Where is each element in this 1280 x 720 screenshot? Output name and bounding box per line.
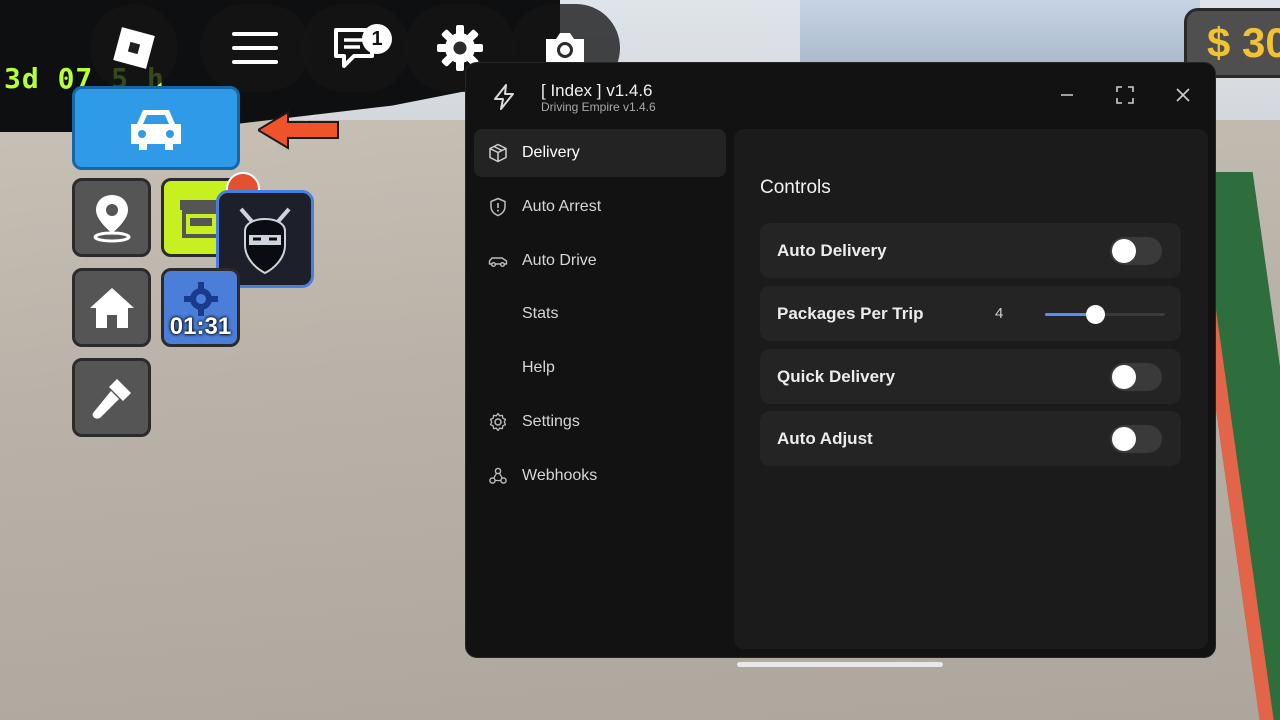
sidebar-item-label: Delivery: [522, 144, 580, 161]
auto-delivery-toggle[interactable]: [1110, 237, 1162, 265]
sidebar-item-label: Stats: [522, 305, 559, 323]
sidebar-item-auto-drive[interactable]: Auto Drive: [474, 237, 726, 285]
sidebar-item-stats[interactable]: Stats: [474, 290, 726, 338]
event-timer: 01:31: [169, 312, 232, 340]
close-icon: [1176, 88, 1190, 102]
sidebar-item-delivery[interactable]: Delivery: [474, 129, 726, 177]
window-titlebar[interactable]: [ Index ] v1.4.6 Driving Empire v1.4.6: [466, 63, 1215, 127]
gear-icon: [488, 412, 508, 432]
auto-delivery-label: Auto Delivery: [777, 241, 887, 260]
menu-button[interactable]: [200, 4, 310, 92]
packages-per-trip-slider[interactable]: [1045, 305, 1165, 324]
webhook-icon: [488, 466, 508, 486]
gear-badge-icon: [183, 281, 218, 316]
packages-per-trip-label: Packages Per Trip: [777, 304, 924, 323]
maximize-button[interactable]: [1113, 83, 1137, 107]
toggle-knob: [1112, 427, 1136, 451]
sidebar-item-label: Help: [522, 359, 555, 377]
sidebar: Delivery Auto Arrest Auto Drive Stats He…: [474, 129, 726, 506]
sidebar-item-label: Auto Drive: [522, 251, 597, 269]
toggle-knob: [1112, 365, 1136, 389]
roblox-logo-icon: [113, 27, 155, 69]
minimize-button[interactable]: [1055, 83, 1079, 107]
sidebar-item-settings[interactable]: Settings: [474, 398, 726, 446]
car-icon: [488, 251, 508, 271]
auto-adjust-label: Auto Adjust: [777, 429, 873, 448]
auto-adjust-row: Auto Adjust: [760, 411, 1181, 466]
sidebar-item-label: Auto Arrest: [522, 197, 602, 215]
quick-delivery-row: Quick Delivery: [760, 349, 1181, 404]
window-title: [ Index ] v1.4.6: [541, 81, 653, 100]
package-icon: [488, 143, 508, 163]
lightning-icon: [490, 83, 518, 116]
orange-arrow-icon: [258, 110, 339, 150]
maximize-icon: [1116, 86, 1134, 104]
section-title: Controls: [760, 177, 831, 198]
background-buildings: [800, 0, 1200, 65]
event-timer-button[interactable]: 01:31: [161, 268, 240, 347]
home-button[interactable]: [72, 268, 151, 347]
home-indicator[interactable]: [737, 662, 943, 667]
controls-panel: Controls Auto Delivery Packages Per Trip…: [734, 129, 1208, 649]
packages-per-trip-row: Packages Per Trip 4: [760, 286, 1181, 341]
shield-icon: [488, 197, 508, 217]
slider-thumb[interactable]: [1086, 305, 1106, 324]
quick-delivery-toggle[interactable]: [1110, 363, 1162, 391]
map-location-button[interactable]: [72, 178, 151, 257]
roblox-menu-button[interactable]: [90, 4, 178, 92]
window-subtitle: Driving Empire v1.4.6: [541, 100, 656, 114]
auto-delivery-row: Auto Delivery: [760, 223, 1181, 278]
vehicle-button[interactable]: [72, 86, 240, 170]
sidebar-item-webhooks[interactable]: Webhooks: [474, 452, 726, 500]
notification-badge: 1: [362, 24, 392, 54]
minimize-icon: [1061, 94, 1073, 96]
location-pin-icon: [93, 194, 130, 242]
paint-button[interactable]: [72, 358, 151, 437]
close-button[interactable]: [1171, 83, 1195, 107]
packages-per-trip-value: 4: [995, 305, 1004, 322]
car-icon: [131, 110, 181, 150]
sidebar-item-help[interactable]: Help: [474, 344, 726, 392]
auto-adjust-toggle[interactable]: [1110, 425, 1162, 453]
sidebar-item-label: Webhooks: [522, 466, 598, 484]
hamburger-icon: [232, 32, 278, 64]
sidebar-item-auto-arrest[interactable]: Auto Arrest: [474, 183, 726, 231]
quick-delivery-label: Quick Delivery: [777, 367, 896, 386]
script-window: [ Index ] v1.4.6 Driving Empire v1.4.6 D…: [465, 62, 1216, 658]
chat-button[interactable]: 1: [300, 4, 410, 92]
toggle-knob: [1112, 239, 1136, 263]
paint-brush-icon: [92, 378, 131, 419]
sidebar-item-label: Settings: [522, 412, 580, 430]
home-icon: [89, 287, 134, 328]
ninja-icon: [239, 207, 291, 275]
